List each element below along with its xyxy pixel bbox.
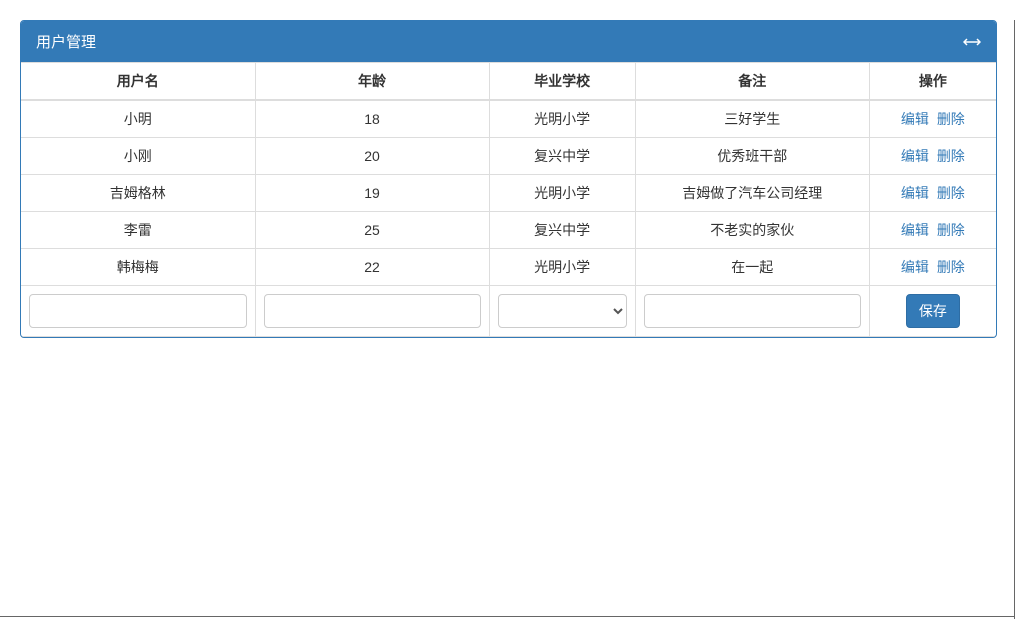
table-row: 吉姆格林19光明小学吉姆做了汽车公司经理编辑 删除 — [21, 175, 996, 212]
cell-name: 小明 — [21, 100, 255, 138]
cell-remark: 三好学生 — [635, 100, 869, 138]
cell-school: 复兴中学 — [489, 212, 635, 249]
cell-age: 25 — [255, 212, 489, 249]
table-row: 韩梅梅22光明小学在一起编辑 删除 — [21, 249, 996, 286]
table-row: 小刚20复兴中学优秀班干部编辑 删除 — [21, 138, 996, 175]
remark-input[interactable] — [644, 294, 861, 328]
cell-school: 光明小学 — [489, 175, 635, 212]
input-cell-save: 保存 — [869, 286, 996, 337]
cell-age: 22 — [255, 249, 489, 286]
delete-link[interactable]: 删除 — [937, 111, 965, 127]
header-school: 毕业学校 — [489, 63, 635, 101]
resize-horizontal-icon[interactable] — [963, 37, 981, 47]
input-cell-remark — [635, 286, 869, 337]
panel-title: 用户管理 — [36, 31, 96, 52]
cell-ops: 编辑 删除 — [869, 100, 996, 138]
age-input[interactable] — [264, 294, 481, 328]
edit-link[interactable]: 编辑 — [901, 111, 929, 127]
cell-remark: 在一起 — [635, 249, 869, 286]
cell-ops: 编辑 删除 — [869, 175, 996, 212]
cell-remark: 不老实的家伙 — [635, 212, 869, 249]
cell-ops: 编辑 删除 — [869, 212, 996, 249]
panel-heading: 用户管理 — [21, 21, 996, 62]
cell-name: 李雷 — [21, 212, 255, 249]
name-input[interactable] — [29, 294, 247, 328]
delete-link[interactable]: 删除 — [937, 185, 965, 201]
cell-name: 吉姆格林 — [21, 175, 255, 212]
input-cell-school — [489, 286, 635, 337]
save-button[interactable]: 保存 — [906, 294, 960, 328]
cell-school: 光明小学 — [489, 100, 635, 138]
edit-link[interactable]: 编辑 — [901, 148, 929, 164]
table-row: 小明18光明小学三好学生编辑 删除 — [21, 100, 996, 138]
school-select[interactable] — [498, 294, 627, 328]
cell-name: 小刚 — [21, 138, 255, 175]
cell-ops: 编辑 删除 — [869, 138, 996, 175]
cell-school: 复兴中学 — [489, 138, 635, 175]
cell-school: 光明小学 — [489, 249, 635, 286]
header-ops: 操作 — [869, 63, 996, 101]
delete-link[interactable]: 删除 — [937, 259, 965, 275]
cell-remark: 吉姆做了汽车公司经理 — [635, 175, 869, 212]
user-management-panel: 用户管理 用户名 年龄 毕业学校 备注 操作 小明18光明小 — [20, 20, 997, 338]
table-header-row: 用户名 年龄 毕业学校 备注 操作 — [21, 63, 996, 101]
cell-ops: 编辑 删除 — [869, 249, 996, 286]
edit-link[interactable]: 编辑 — [901, 259, 929, 275]
edit-link[interactable]: 编辑 — [901, 185, 929, 201]
cell-age: 20 — [255, 138, 489, 175]
cell-age: 18 — [255, 100, 489, 138]
header-name: 用户名 — [21, 63, 255, 101]
input-cell-name — [21, 286, 255, 337]
cell-remark: 优秀班干部 — [635, 138, 869, 175]
table-row: 李雷25复兴中学不老实的家伙编辑 删除 — [21, 212, 996, 249]
delete-link[interactable]: 删除 — [937, 148, 965, 164]
user-table: 用户名 年龄 毕业学校 备注 操作 小明18光明小学三好学生编辑 删除小刚20复… — [21, 62, 996, 337]
edit-link[interactable]: 编辑 — [901, 222, 929, 238]
delete-link[interactable]: 删除 — [937, 222, 965, 238]
header-remark: 备注 — [635, 63, 869, 101]
header-age: 年龄 — [255, 63, 489, 101]
input-cell-age — [255, 286, 489, 337]
input-row: 保存 — [21, 286, 996, 337]
cell-age: 19 — [255, 175, 489, 212]
cell-name: 韩梅梅 — [21, 249, 255, 286]
